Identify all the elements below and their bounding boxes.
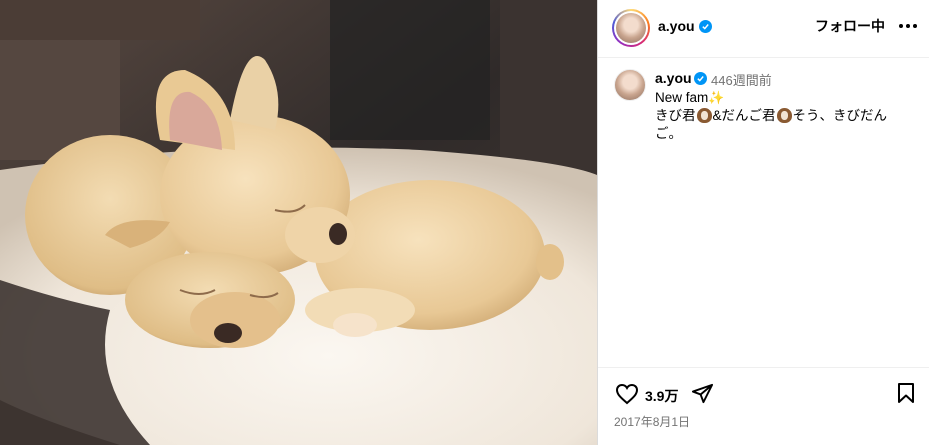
caption-line2-part3: そう、きびだん	[792, 108, 888, 123]
verified-badge-icon	[694, 72, 707, 85]
following-button[interactable]: フォロー中	[815, 16, 885, 36]
paper-plane-icon[interactable]	[690, 382, 714, 406]
story-ring-avatar[interactable]	[612, 9, 650, 47]
post-panel: a.you フォロー中 a.you 446週間前 New fam✨ きび君 &だん…	[597, 0, 929, 445]
avatar	[616, 13, 646, 43]
verified-badge-icon	[699, 20, 712, 33]
dog-face-emoji-icon	[696, 108, 712, 123]
like-count[interactable]: 3.9万	[645, 386, 678, 406]
caption-avatar[interactable]	[614, 69, 646, 101]
bookmark-icon[interactable]	[896, 382, 916, 406]
heart-icon[interactable]	[614, 383, 640, 407]
header-username[interactable]: a.you	[658, 18, 695, 34]
caption-line2-part2: &だんご君	[712, 108, 776, 123]
caption-line1: New fam	[655, 90, 709, 105]
caption-text: New fam✨ きび君 &だんご君 そう、きびだん ご。	[655, 89, 915, 143]
caption-username[interactable]: a.you	[655, 70, 692, 86]
post-footer: 3.9万 2017年8月1日	[598, 367, 929, 445]
post-date[interactable]: 2017年8月1日	[614, 413, 690, 430]
dog-face-emoji-icon	[776, 108, 792, 123]
caption-line2-part1: きび君	[655, 108, 696, 123]
caption-line3: ご。	[655, 126, 682, 141]
more-options-icon[interactable]	[898, 18, 918, 34]
post-photo	[0, 0, 597, 445]
sparkles-emoji-icon: ✨	[708, 90, 725, 105]
post-header: a.you フォロー中	[598, 0, 929, 58]
post-image[interactable]	[0, 0, 597, 445]
caption-timestamp[interactable]: 446週間前	[711, 70, 772, 89]
